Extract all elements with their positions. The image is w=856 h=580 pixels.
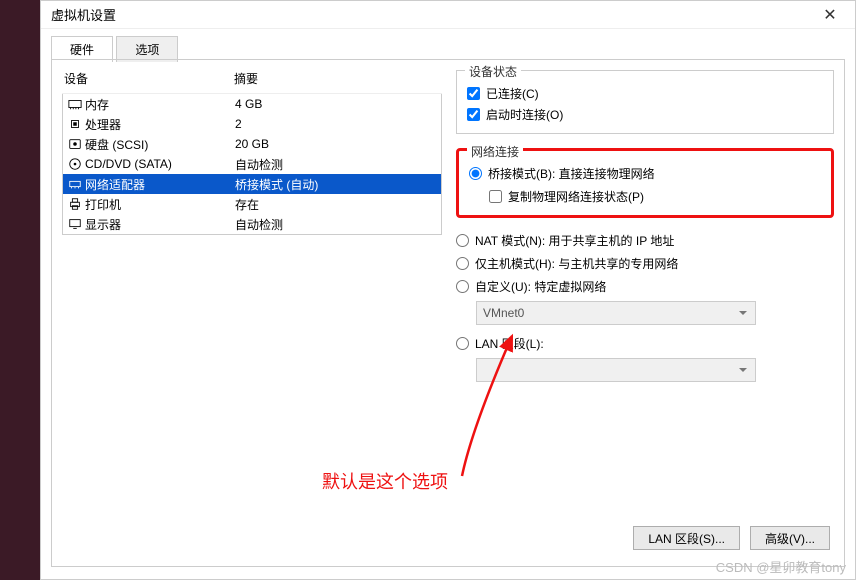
device-summary: 20 GB [235, 137, 439, 151]
device-list[interactable]: 内存4 GB处理器2硬盘 (SCSI)20 GBCD/DVD (SATA)自动检… [62, 94, 442, 235]
device-summary: 自动检测 [235, 216, 439, 233]
chk-replicate[interactable] [489, 190, 502, 203]
radio-hostonly[interactable] [456, 257, 469, 270]
memory-icon [65, 97, 85, 112]
cpu-icon [65, 117, 85, 132]
device-row-5[interactable]: 打印机存在 [63, 194, 441, 214]
radio-bridge[interactable] [469, 167, 482, 180]
device-row-0[interactable]: 内存4 GB [63, 94, 441, 114]
device-name: 网络适配器 [85, 176, 235, 193]
radio-custom[interactable] [456, 280, 469, 293]
close-icon[interactable]: ✕ [815, 5, 845, 25]
device-row-2[interactable]: 硬盘 (SCSI)20 GB [63, 134, 441, 154]
device-name: 显示器 [85, 216, 235, 233]
chk-connected[interactable] [467, 87, 480, 100]
device-summary: 4 GB [235, 97, 439, 111]
lbl-connect-poweron: 启动时连接(O) [486, 106, 563, 123]
combo-vmnet-value: VMnet0 [483, 306, 524, 320]
chk-connect-poweron[interactable] [467, 108, 480, 121]
device-row-1[interactable]: 处理器2 [63, 114, 441, 134]
device-name: 内存 [85, 96, 235, 113]
combo-lanseg [476, 358, 756, 382]
col-summary: 摘要 [234, 70, 440, 87]
device-summary: 存在 [235, 196, 439, 213]
device-summary: 自动检测 [235, 156, 439, 173]
watermark: CSDN @星卯教育tony [716, 557, 846, 576]
lbl-custom: 自定义(U): 特定虚拟网络 [475, 278, 606, 295]
radio-lanseg[interactable] [456, 337, 469, 350]
lbl-nat: NAT 模式(N): 用于共享主机的 IP 地址 [475, 232, 674, 249]
network-legend: 网络连接 [467, 143, 523, 160]
lbl-connected: 已连接(C) [486, 85, 539, 102]
device-summary: 桥接模式 (自动) [235, 176, 439, 193]
device-summary: 2 [235, 117, 439, 131]
lbl-hostonly: 仅主机模式(H): 与主机共享的专用网络 [475, 255, 678, 272]
device-row-6[interactable]: 显示器自动检测 [63, 214, 441, 234]
combo-vmnet: VMnet0 [476, 301, 756, 325]
lbl-replicate: 复制物理网络连接状态(P) [508, 188, 644, 205]
btn-lan-segments[interactable]: LAN 区段(S)... [633, 526, 740, 550]
cd-icon [65, 157, 85, 172]
lbl-lanseg: LAN 区段(L): [475, 335, 544, 352]
display-icon [65, 217, 85, 232]
printer-icon [65, 197, 85, 212]
network-group-highlight: 网络连接 桥接模式(B): 直接连接物理网络 复制物理网络连接状态(P) [456, 148, 834, 218]
disk-icon [65, 137, 85, 152]
radio-nat[interactable] [456, 234, 469, 247]
status-legend: 设备状态 [465, 63, 521, 80]
device-row-3[interactable]: CD/DVD (SATA)自动检测 [63, 154, 441, 174]
status-group: 设备状态 已连接(C) 启动时连接(O) [456, 70, 834, 134]
device-name: CD/DVD (SATA) [85, 157, 235, 171]
lbl-bridge: 桥接模式(B): 直接连接物理网络 [488, 165, 655, 182]
device-name: 硬盘 (SCSI) [85, 136, 235, 153]
net-icon [65, 177, 85, 192]
device-name: 处理器 [85, 116, 235, 133]
col-device: 设备 [64, 70, 234, 87]
dialog-title: 虚拟机设置 [51, 5, 815, 24]
device-name: 打印机 [85, 196, 235, 213]
device-row-4[interactable]: 网络适配器桥接模式 (自动) [63, 174, 441, 194]
btn-advanced[interactable]: 高级(V)... [750, 526, 830, 550]
